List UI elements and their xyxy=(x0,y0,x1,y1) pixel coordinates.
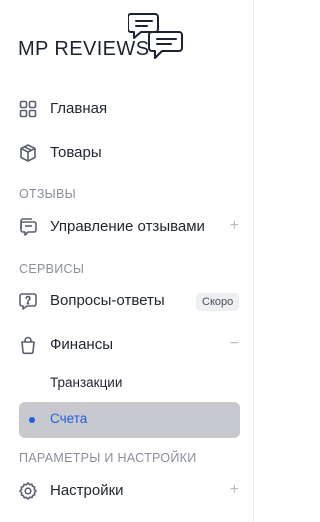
question-bubble-icon xyxy=(19,293,37,310)
section-title-settings: ПАРАМЕТРЫ И НАСТРОЙКИ xyxy=(19,451,197,465)
sidebar-divider xyxy=(253,0,254,522)
chat-bubbles-logo-icon xyxy=(128,13,183,59)
chat-bubbles-icon xyxy=(20,218,37,236)
sub-item-label: Счета xyxy=(50,411,88,426)
sub-item-transactions[interactable]: Транзакции xyxy=(0,366,253,402)
nav-item-reviews-manage[interactable]: Управление отзывами + xyxy=(0,209,253,245)
nav-item-products[interactable]: Товары xyxy=(0,135,253,171)
grid-icon xyxy=(19,100,37,118)
nav-item-qa[interactable]: Вопросы-ответы Скоро xyxy=(0,283,253,319)
expand-icon[interactable]: + xyxy=(230,481,239,499)
nav-item-label: Товары xyxy=(50,144,102,161)
shopping-bag-icon xyxy=(21,336,35,355)
nav-item-label: Финансы xyxy=(50,336,113,353)
nav-item-label: Вопросы-ответы xyxy=(50,292,165,309)
sub-item-label: Транзакции xyxy=(50,375,123,390)
gear-icon xyxy=(19,482,37,500)
nav-item-settings[interactable]: Настройки + xyxy=(0,473,253,509)
sub-item-accounts[interactable]: Счета xyxy=(0,402,253,438)
nav-item-label: Управление отзывами xyxy=(50,218,205,235)
nav-item-home[interactable]: Главная xyxy=(0,91,253,127)
expand-icon[interactable]: + xyxy=(230,217,239,235)
logo[interactable]: MP REVIEWS xyxy=(18,12,198,62)
coming-soon-badge: Скоро xyxy=(196,293,240,311)
nav-item-label: Главная xyxy=(50,100,108,117)
sidebar: MP REVIEWS Главная Товары ОТЗЫВЫ Управле… xyxy=(0,0,256,522)
active-dot-icon xyxy=(29,417,35,423)
nav-item-label: Настройки xyxy=(50,482,124,499)
collapse-icon[interactable]: − xyxy=(230,335,239,353)
box-icon xyxy=(20,144,36,162)
nav-item-finance[interactable]: Финансы − xyxy=(0,327,253,363)
section-title-services: СЕРВИСЫ xyxy=(19,262,85,276)
section-title-reviews: ОТЗЫВЫ xyxy=(19,187,77,201)
